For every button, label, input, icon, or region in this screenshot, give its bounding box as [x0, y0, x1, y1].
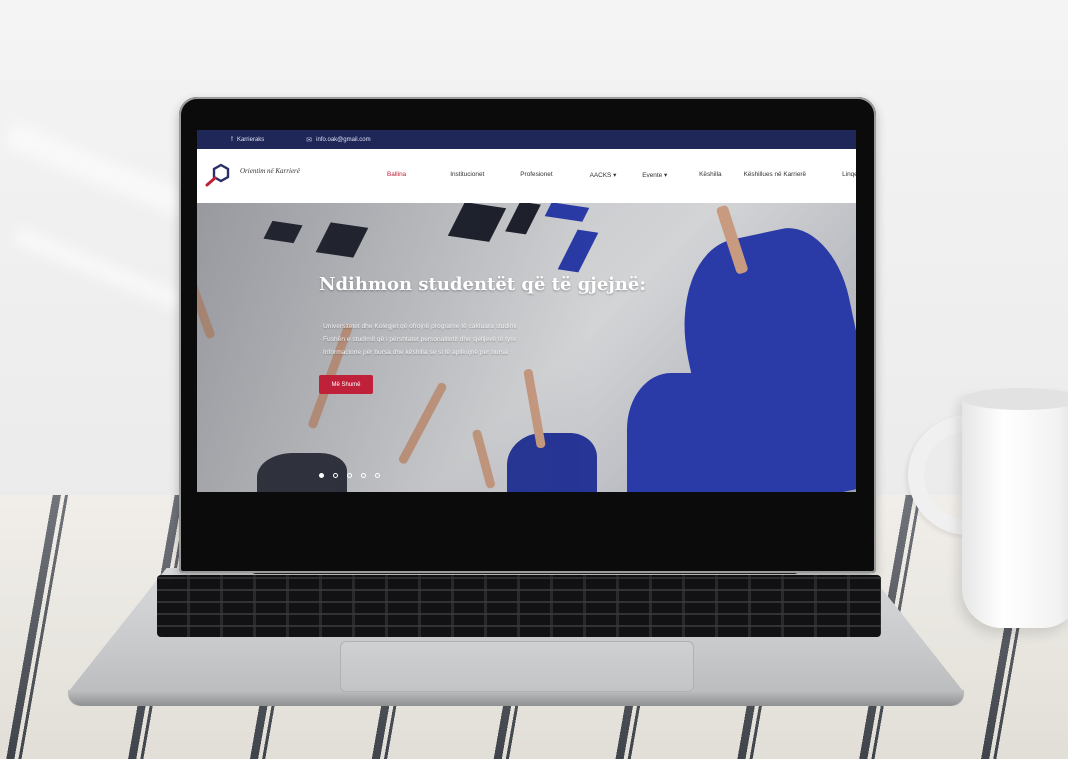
- hero-heading: Ndihmon studentët që të gjejnë:: [319, 274, 646, 295]
- more-button[interactable]: Më Shumë: [319, 375, 373, 394]
- slider-dot[interactable]: [347, 473, 352, 478]
- email-link[interactable]: ✉ info.oak@gmail.com: [306, 136, 370, 144]
- brand-name[interactable]: Orientim në Karrierë: [240, 167, 300, 175]
- laptop-trackpad: [340, 641, 694, 692]
- hero-bullet: · Informacione për bursa dhe këshilla se…: [319, 349, 508, 356]
- mug-body: [962, 392, 1068, 628]
- main-menu: Ballina Institucionet Profesionet AACKS ▾ Ev…: [387, 171, 856, 179]
- slider-dot[interactable]: [361, 473, 366, 478]
- nav-item[interactable]: Profesionet: [520, 171, 552, 179]
- site-topbar: f Karrieraks ✉ info.oak@gmail.com: [197, 130, 856, 149]
- slider-dot[interactable]: [375, 473, 380, 478]
- laptop-base-edge: [68, 690, 964, 706]
- hero-bullet-list: · Universitetet dhe Kolegjet që ofrojnë …: [319, 320, 517, 359]
- nav-item[interactable]: Evente ▾: [642, 171, 667, 179]
- slider-dot[interactable]: [333, 473, 338, 478]
- nav-item[interactable]: Linqe: [842, 171, 856, 179]
- facebook-text: Karrieraks: [236, 136, 265, 143]
- site-logo[interactable]: [205, 163, 231, 187]
- slider-dots: [319, 473, 380, 478]
- laptop-screen: f Karrieraks ✉ info.oak@gmail.com Orient…: [197, 130, 856, 492]
- nav-item[interactable]: AACKS ▾: [590, 171, 617, 179]
- hero-bullet: · Fushën e studimit që i përshtatet pers…: [319, 336, 517, 343]
- nav-item[interactable]: Ballina: [387, 171, 406, 179]
- facebook-link[interactable]: f Karrieraks: [231, 136, 264, 143]
- email-text: info.oak@gmail.com: [316, 136, 371, 143]
- light-streak: [13, 226, 187, 312]
- hero-overlay: [197, 203, 856, 492]
- hero-bullet: · Universitetet dhe Kolegjet që ofrojnë …: [319, 323, 517, 330]
- hero-slider: Ndihmon studentët që të gjejnë: · Univer…: [197, 203, 856, 492]
- slider-dot[interactable]: [319, 473, 324, 478]
- facebook-icon: f: [231, 136, 233, 143]
- site-navbar: Orientim në Karrierë Ballina Institucione…: [197, 149, 856, 204]
- envelope-icon: ✉: [306, 136, 313, 144]
- nav-item[interactable]: Institucionet: [450, 171, 484, 179]
- laptop-keyboard: [157, 575, 881, 637]
- nav-item[interactable]: Këshillues në Karrierë: [744, 171, 807, 179]
- nav-item[interactable]: Këshilla: [699, 171, 721, 179]
